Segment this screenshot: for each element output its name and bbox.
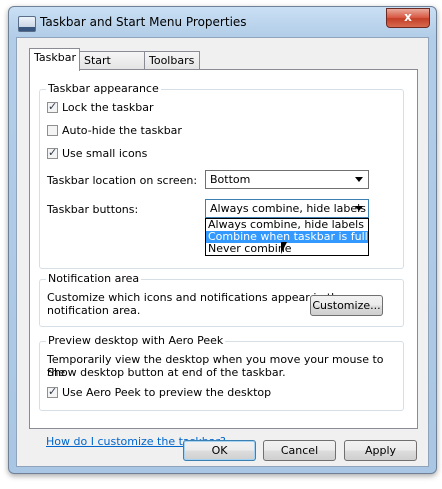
taskbar-tab-panel: Taskbar appearance Lock the taskbar Auto…	[29, 69, 418, 448]
aero-peek-label: Use Aero Peek to preview the desktop	[62, 386, 272, 399]
autohide-taskbar-label: Auto-hide the taskbar	[62, 124, 182, 137]
window-title: Taskbar and Start Menu Properties	[40, 15, 247, 29]
cancel-button[interactable]: Cancel	[263, 440, 336, 461]
notification-desc-line2: notification area.	[47, 304, 141, 317]
checkbox-checked-icon	[47, 100, 58, 113]
location-combobox[interactable]: Bottom	[205, 170, 369, 189]
taskbar-buttons-dropdown: Always combine, hide labels Combine when…	[205, 218, 369, 256]
checkbox-checked-icon	[47, 385, 58, 398]
notification-area-group: Notification area Customize which icons …	[39, 272, 404, 327]
small-icons-checkbox[interactable]: Use small icons	[47, 146, 148, 160]
dialog-client: Taskbar Start Menu Toolbars Taskbar appe…	[16, 37, 429, 467]
aero-peek-title: Preview desktop with Aero Peek	[46, 334, 226, 347]
aero-peek-group: Preview desktop with Aero Peek Temporari…	[39, 334, 404, 411]
checkbox-unchecked-icon	[47, 125, 58, 136]
properties-window: Taskbar and Start Menu Properties x Task…	[8, 6, 437, 474]
taskbar-buttons-combobox[interactable]: Always combine, hide labels	[205, 199, 369, 218]
autohide-taskbar-checkbox[interactable]: Auto-hide the taskbar	[47, 124, 182, 137]
close-button[interactable]: x	[386, 8, 430, 28]
tab-toolbars[interactable]: Toolbars	[144, 51, 200, 70]
ok-button[interactable]: OK	[183, 440, 256, 461]
mouse-pointer-icon	[281, 242, 287, 254]
title-bar[interactable]: Taskbar and Start Menu Properties x	[9, 7, 436, 37]
notification-desc-line1: Customize which icons and notifications …	[47, 291, 345, 304]
chevron-down-icon	[355, 206, 363, 211]
aero-peek-checkbox[interactable]: Use Aero Peek to preview the desktop	[47, 385, 272, 399]
taskbar-appearance-title: Taskbar appearance	[46, 82, 161, 95]
tab-start-menu[interactable]: Start Menu	[79, 51, 146, 84]
lock-taskbar-checkbox[interactable]: Lock the taskbar	[47, 100, 154, 114]
taskbar-window-icon	[18, 16, 36, 32]
option-never-combine[interactable]: Never combine	[206, 243, 368, 255]
location-value: Bottom	[210, 173, 251, 186]
notification-area-title: Notification area	[46, 272, 142, 285]
close-icon: x	[404, 10, 412, 24]
apply-button[interactable]: Apply	[344, 440, 417, 461]
taskbar-appearance-group: Taskbar appearance Lock the taskbar Auto…	[39, 82, 404, 269]
buttons-label: Taskbar buttons:	[47, 203, 139, 216]
lock-taskbar-label: Lock the taskbar	[62, 101, 154, 114]
location-label: Taskbar location on screen:	[47, 174, 198, 187]
chevron-down-icon	[355, 177, 363, 182]
checkbox-checked-icon	[47, 146, 58, 159]
aero-peek-desc-line2: Show desktop button at end of the taskba…	[47, 366, 286, 379]
customize-button[interactable]: Customize...	[310, 295, 383, 316]
taskbar-buttons-value: Always combine, hide labels	[210, 202, 366, 215]
tab-taskbar[interactable]: Taskbar	[29, 48, 80, 71]
small-icons-label: Use small icons	[62, 147, 148, 160]
